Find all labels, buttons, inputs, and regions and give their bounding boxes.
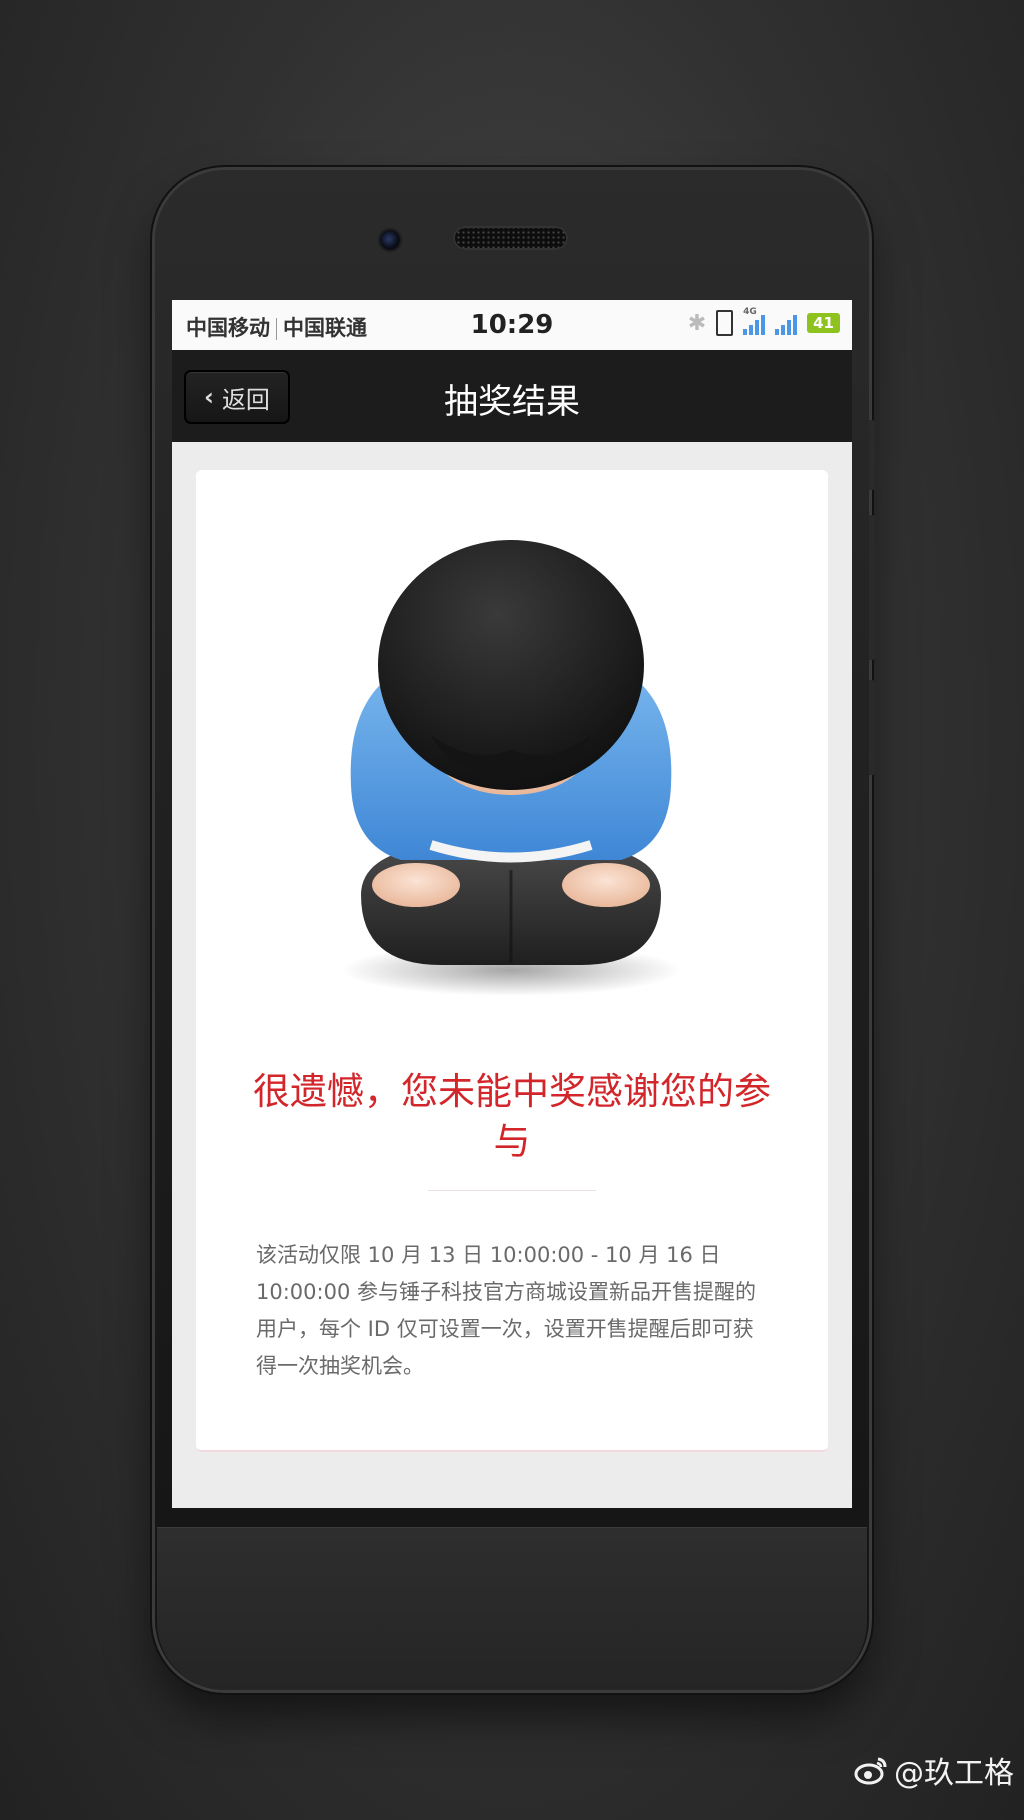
nav-bar: ‹ 返回 抽奖结果: [172, 350, 852, 442]
vibrate-icon: [716, 310, 734, 336]
volume-button: [869, 420, 875, 490]
status-icons: ✱ 4G 41: [687, 307, 840, 336]
earpiece-speaker: [453, 226, 568, 250]
divider: [428, 1190, 596, 1191]
screen: 中国移动 中国联通 10:29 ✱ 4G 41 ‹ 返回 抽奖结果 很遗憾，您未…: [172, 300, 852, 1508]
status-bar: 中国移动 中国联通 10:29 ✱ 4G 41: [172, 300, 852, 350]
bluetooth-icon: ✱: [687, 310, 707, 336]
signal-icon: [775, 311, 798, 335]
battery-icon: 41: [807, 313, 840, 333]
watermark-text: @玖工格: [894, 1756, 1014, 1791]
result-message: 很遗憾，您未能中奖感谢您的参与: [253, 1070, 771, 1163]
activity-description: 该活动仅限 10 月 13 日 10:00:00 - 10 月 16 日 10:…: [256, 1243, 756, 1378]
signal-type-label: 4G: [743, 307, 757, 317]
phone-chin: [157, 1527, 867, 1690]
page-title: 抽奖结果: [444, 382, 580, 422]
bowing-person-icon: [341, 540, 681, 996]
weibo-icon: [854, 1757, 887, 1785]
power-button: [869, 680, 875, 775]
result-card: 很遗憾，您未能中奖感谢您的参与 该活动仅限 10 月 13 日 10:00:00…: [196, 470, 828, 1452]
side-button: [869, 515, 875, 660]
front-camera: [380, 230, 400, 250]
watermark: @玖工格: [854, 1748, 1014, 1792]
signal-4g-icon: 4G: [743, 307, 766, 335]
